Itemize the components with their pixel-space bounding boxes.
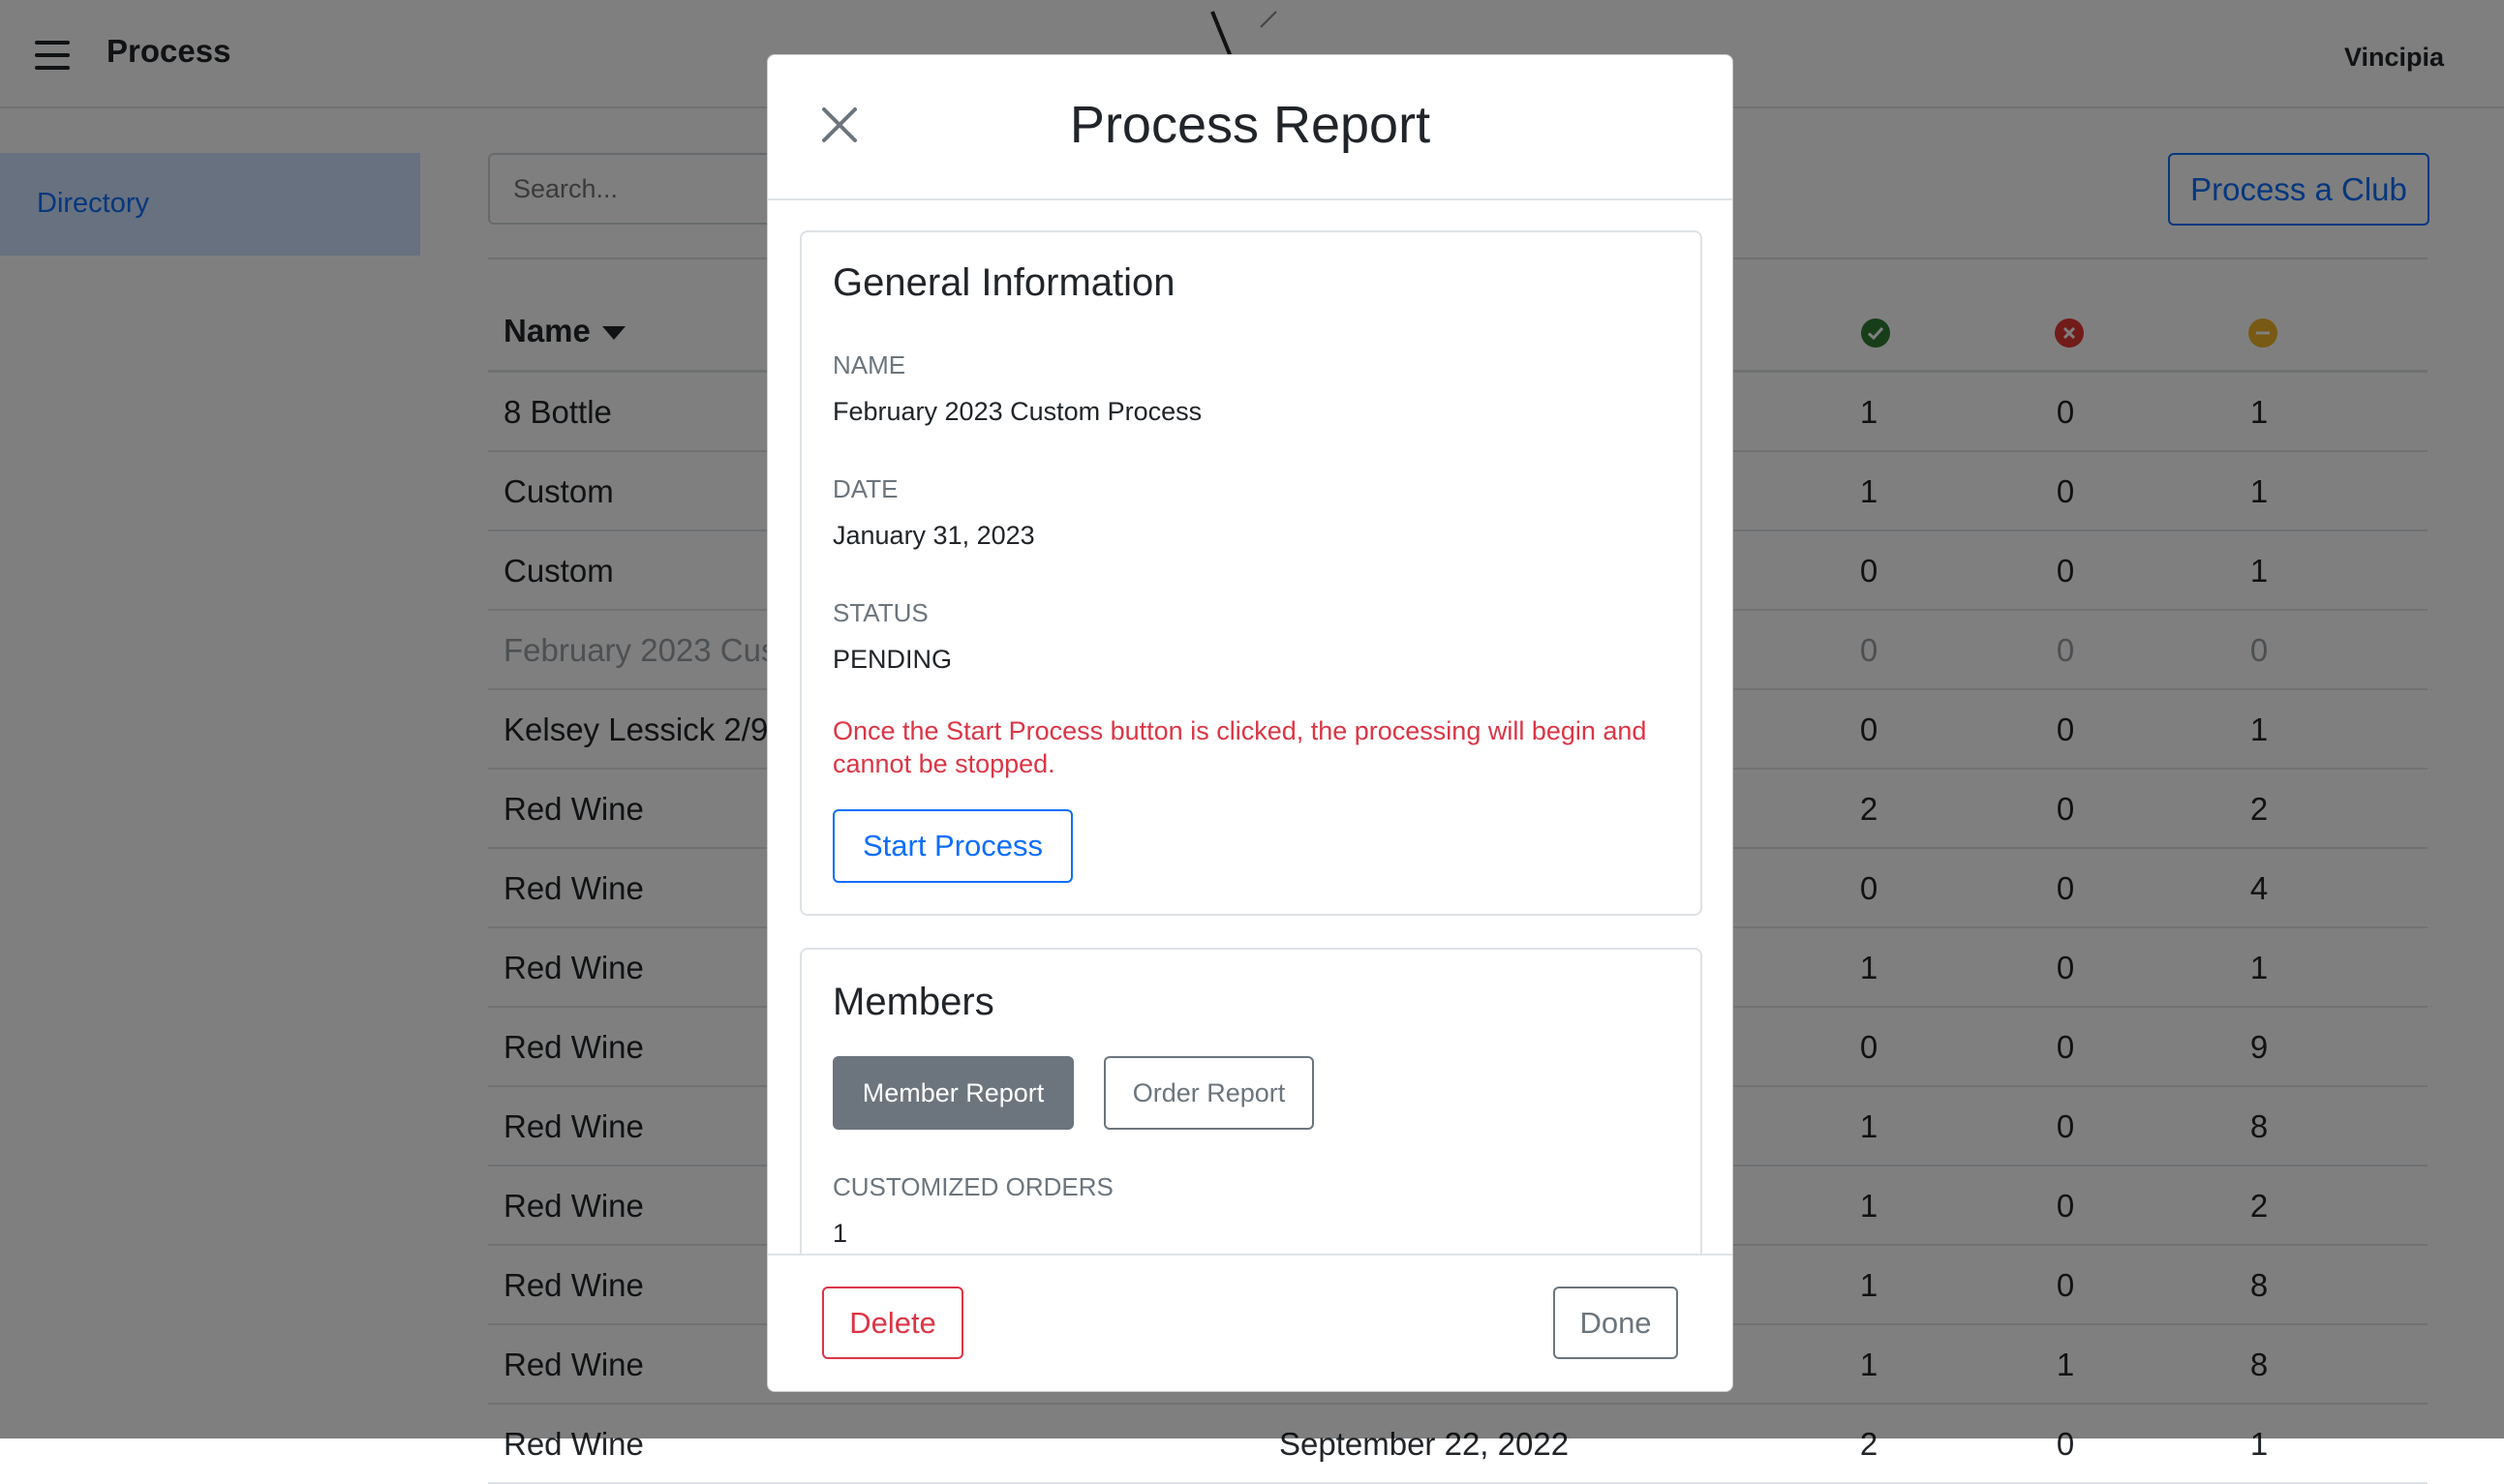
delete-button[interactable]: Delete bbox=[822, 1287, 963, 1359]
process-warning-text: Once the Start Process button is clicked… bbox=[833, 716, 1647, 778]
name-label: NAME bbox=[833, 350, 906, 379]
modal-header: Process Report bbox=[768, 55, 1732, 200]
done-button[interactable]: Done bbox=[1553, 1287, 1678, 1359]
status-value: PENDING bbox=[833, 645, 953, 674]
start-process-button[interactable]: Start Process bbox=[833, 809, 1073, 883]
general-information-card: General Information NAME February 2023 C… bbox=[800, 230, 1702, 916]
general-information-heading: General Information bbox=[833, 261, 1176, 304]
date-value: January 31, 2023 bbox=[833, 521, 1035, 550]
members-card: Members Member Report Order Report CUSTO… bbox=[800, 948, 1702, 1254]
modal-body[interactable]: General Information NAME February 2023 C… bbox=[768, 200, 1732, 1254]
member-report-button[interactable]: Member Report bbox=[833, 1056, 1074, 1130]
date-label: DATE bbox=[833, 474, 899, 503]
order-report-button[interactable]: Order Report bbox=[1104, 1056, 1314, 1130]
modal-title: Process Report bbox=[1069, 96, 1431, 154]
modal-footer: Delete Done bbox=[768, 1254, 1732, 1391]
process-report-modal: Process Report General Information NAME … bbox=[767, 54, 1733, 1392]
status-label: STATUS bbox=[833, 598, 929, 627]
name-value: February 2023 Custom Process bbox=[833, 397, 1203, 426]
members-heading: Members bbox=[833, 981, 994, 1023]
customized-orders-value: 1 bbox=[833, 1219, 848, 1248]
customized-orders-label: CUSTOMIZED ORDERS bbox=[833, 1172, 1114, 1201]
